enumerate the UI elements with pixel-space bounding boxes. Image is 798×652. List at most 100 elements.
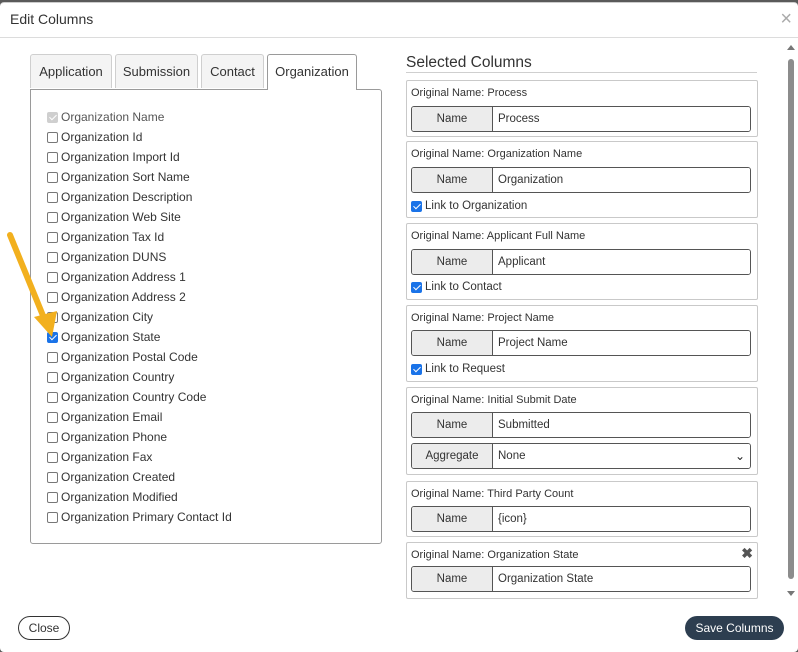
column-name-input[interactable] (493, 250, 750, 274)
scrollbar[interactable] (786, 43, 796, 598)
field-option[interactable]: Organization Address 2 (47, 287, 232, 307)
scroll-up-icon[interactable] (787, 45, 795, 50)
field-label: Organization Primary Contact Id (61, 510, 232, 524)
scroll-down-icon[interactable] (787, 591, 795, 596)
field-option[interactable]: Organization Web Site (47, 207, 232, 227)
original-name: Original Name: Third Party Count (411, 488, 574, 500)
link-checkbox[interactable] (411, 281, 422, 293)
field-label: Organization Description (61, 190, 193, 204)
tab-submission[interactable]: Submission (115, 54, 198, 88)
field-label: Organization DUNS (61, 250, 167, 264)
field-label: Organization Created (61, 470, 176, 484)
field-option[interactable]: Organization Phone (47, 427, 232, 447)
original-name: Original Name: Applicant Full Name (411, 230, 586, 242)
field-option[interactable]: Organization DUNS (47, 247, 232, 267)
field-option[interactable]: Organization Primary Contact Id (47, 507, 232, 527)
field-label: Organization Email (61, 410, 163, 424)
name-input-group: Name (411, 330, 751, 356)
edit-columns-dialog: Edit Columns × Application Submission Co… (0, 2, 798, 652)
field-option[interactable]: Organization Import Id (47, 147, 232, 167)
column-card: Original Name: Organization State ✖ Name (406, 542, 758, 599)
column-card: Original Name: Applicant Full Name Name … (406, 223, 758, 300)
field-checkbox[interactable] (47, 451, 58, 463)
link-option[interactable]: Link to Request (411, 363, 505, 375)
field-option[interactable]: Organization Fax (47, 447, 232, 467)
column-name-input[interactable] (493, 413, 750, 437)
original-name: Original Name: Process (411, 87, 528, 99)
field-option[interactable]: Organization Address 1 (47, 267, 232, 287)
field-label: Organization Modified (61, 490, 178, 504)
original-name: Original Name: Project Name (411, 312, 555, 324)
link-label: Link to Contact (425, 281, 502, 293)
field-checkbox[interactable] (47, 371, 58, 383)
field-checkbox[interactable] (47, 411, 58, 423)
field-option[interactable]: Organization Tax Id (47, 227, 232, 247)
field-option[interactable]: Organization Email (47, 407, 232, 427)
name-label: Name (412, 331, 493, 355)
field-option[interactable]: Organization Id (47, 127, 232, 147)
scrollbar-thumb[interactable] (788, 59, 794, 579)
selected-columns-list: Original Name: Process Name Original Nam… (406, 80, 758, 600)
field-checkbox[interactable] (47, 211, 58, 223)
column-name-input[interactable] (493, 168, 750, 192)
field-checkbox[interactable] (47, 191, 58, 203)
field-option[interactable]: Organization Country (47, 367, 232, 387)
field-option[interactable]: Organization Created (47, 467, 232, 487)
name-input-group: Name (411, 412, 751, 438)
field-checkbox[interactable] (47, 511, 58, 523)
divider (406, 72, 757, 73)
close-icon[interactable]: × (780, 9, 792, 29)
link-checkbox[interactable] (411, 200, 422, 212)
dialog-title-bar: Edit Columns × (0, 3, 798, 38)
tab-contact[interactable]: Contact (201, 54, 264, 88)
field-checkbox[interactable] (47, 391, 58, 403)
field-option[interactable]: Organization Description (47, 187, 232, 207)
field-checkbox (47, 111, 58, 123)
tab-organization[interactable]: Organization (267, 54, 357, 90)
field-option[interactable]: Organization State (47, 327, 232, 347)
link-option[interactable]: Link to Contact (411, 281, 502, 293)
field-label: Organization Web Site (61, 210, 181, 224)
field-checkbox[interactable] (47, 131, 58, 143)
save-columns-button[interactable]: Save Columns (685, 616, 784, 640)
chevron-down-icon: ⌄ (734, 449, 745, 463)
field-checkbox[interactable] (47, 151, 58, 163)
column-name-input[interactable] (493, 507, 750, 531)
link-label: Link to Organization (425, 200, 528, 212)
field-option[interactable]: Organization City (47, 307, 232, 327)
column-card: Original Name: Organization Name Name Li… (406, 141, 758, 218)
field-checkbox[interactable] (47, 431, 58, 443)
column-name-input[interactable] (493, 331, 750, 355)
name-label: Name (412, 168, 493, 192)
field-checkbox[interactable] (47, 471, 58, 483)
tab-application[interactable]: Application (30, 54, 112, 88)
field-label: Organization Address 1 (61, 270, 186, 284)
dialog-title: Edit Columns (10, 11, 94, 27)
name-label: Name (412, 567, 493, 591)
aggregate-select[interactable]: None ⌄ (493, 444, 750, 468)
field-label: Organization Postal Code (61, 350, 198, 364)
column-card: Original Name: Initial Submit Date Name … (406, 387, 758, 475)
field-label: Organization State (61, 330, 161, 344)
field-option[interactable]: Organization Postal Code (47, 347, 232, 367)
column-name-input[interactable] (493, 567, 750, 591)
field-checkbox[interactable] (47, 491, 58, 503)
field-option[interactable]: Organization Modified (47, 487, 232, 507)
field-option[interactable]: Organization Sort Name (47, 167, 232, 187)
field-label: Organization Id (61, 130, 143, 144)
field-checkbox[interactable] (47, 171, 58, 183)
remove-column-icon[interactable]: ✖ (741, 545, 753, 562)
close-button[interactable]: Close (18, 616, 70, 640)
name-label: Name (412, 107, 493, 131)
link-checkbox[interactable] (411, 363, 422, 375)
field-checkbox-list: Organization Name Organization Id Organiza… (47, 107, 232, 527)
field-label: Organization Tax Id (61, 230, 165, 244)
field-option[interactable]: Organization Country Code (47, 387, 232, 407)
name-input-group: Name (411, 106, 751, 132)
column-name-input[interactable] (493, 107, 750, 131)
field-checkbox[interactable] (47, 351, 58, 363)
field-label: Organization Country (61, 370, 175, 384)
name-input-group: Name (411, 249, 751, 275)
field-label: Organization Import Id (61, 150, 180, 164)
link-option[interactable]: Link to Organization (411, 200, 527, 212)
